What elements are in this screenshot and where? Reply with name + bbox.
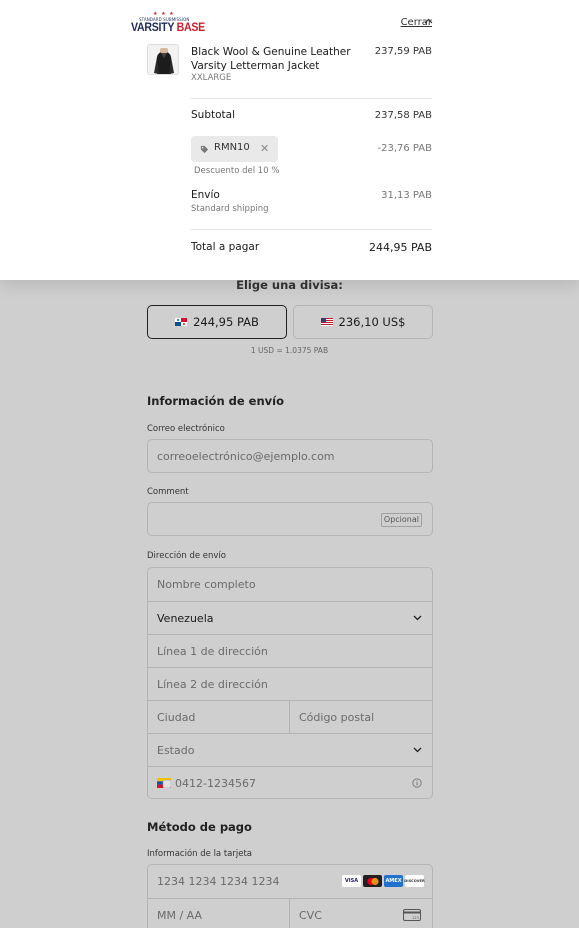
card-cvc-field[interactable]: CVC — [299, 899, 322, 928]
field-divider — [289, 701, 290, 734]
full-name-placeholder: Nombre completo — [157, 578, 256, 591]
divider — [191, 229, 432, 230]
address-fieldset: Nombre completo Venezuela Línea 1 de dir… — [147, 567, 433, 799]
currency-option-pab[interactable]: 244,95 PAB — [147, 305, 287, 339]
email-label: Correo electrónico — [147, 424, 225, 434]
optional-badge: Opcional — [380, 513, 422, 527]
country-value: Venezuela — [157, 611, 214, 625]
chevron-up-icon[interactable] — [424, 18, 433, 24]
currency-option-label: 244,95 PAB — [193, 315, 259, 329]
subtotal-value: 237,58 PAB — [374, 110, 432, 121]
address-line1-field[interactable]: Línea 1 de dirección — [148, 634, 432, 667]
card-fieldset: 1234 1234 1234 1234 VISA AMEX DISCOVER M… — [147, 864, 433, 928]
discount-note: Descuento del 10 % — [194, 166, 280, 176]
remove-discount-icon[interactable]: ✕ — [260, 142, 269, 155]
mastercard-icon — [363, 875, 382, 887]
state-placeholder: Estado — [157, 743, 195, 757]
cvc-card-icon: 123 — [403, 909, 421, 921]
varsity-base-logo[interactable]: ★ ★ ★ STANDARD SUBMISSION VARSITY BASE — [131, 11, 205, 35]
product-thumbnail — [147, 44, 179, 75]
card-number-placeholder: 1234 1234 1234 1234 — [157, 875, 280, 888]
info-icon[interactable] — [412, 778, 422, 788]
address-line2-field[interactable]: Línea 2 de dirección — [148, 667, 432, 700]
address-label: Dirección de envío — [147, 551, 226, 561]
phone-placeholder: 0412-1234567 — [175, 776, 256, 790]
full-name-field[interactable]: Nombre completo — [148, 568, 432, 601]
payment-title: Método de pago — [147, 820, 252, 834]
product-price: 237,59 PAB — [374, 46, 432, 57]
card-expiry-cvc-row: MM / AA CVC 123 — [148, 898, 432, 928]
shipping-label: Envío — [191, 189, 220, 201]
currency-option-label: 236,10 US$ — [338, 315, 406, 329]
shipping-info-title: Información de envío — [147, 394, 284, 408]
currency-title: Elige una divisa: — [236, 278, 343, 292]
state-select[interactable]: Estado — [148, 733, 432, 766]
card-number-field[interactable]: 1234 1234 1234 1234 VISA AMEX DISCOVER — [148, 865, 432, 898]
address-line2-placeholder: Línea 2 de dirección — [157, 677, 268, 691]
chevron-down-icon — [413, 615, 422, 621]
comment-label: Comment — [147, 487, 189, 497]
phone-field[interactable]: 0412-1234567 — [148, 766, 432, 799]
divider — [191, 98, 432, 99]
postal-code-field[interactable]: Código postal — [299, 701, 374, 734]
product-title: Black Wool & Genuine Leather Varsity Let… — [191, 46, 351, 72]
discount-value: -23,76 PAB — [377, 143, 432, 154]
discount-code: RMN10 — [214, 142, 250, 153]
venezuela-flag-icon — [157, 778, 171, 788]
city-postal-row: Ciudad Código postal — [148, 700, 432, 734]
field-divider — [289, 899, 290, 928]
card-info-label: Información de la tarjeta — [147, 849, 253, 859]
product-variant: XXLARGE — [191, 73, 232, 83]
discover-icon: DISCOVER — [404, 875, 425, 887]
amex-icon: AMEX — [384, 875, 403, 887]
us-flag-icon — [320, 318, 333, 326]
total-value: 244,95 PAB — [369, 241, 432, 254]
exchange-rate: 1 USD = 1.0375 PAB — [250, 346, 329, 355]
shipping-method: Standard shipping — [191, 204, 269, 214]
card-brands: VISA AMEX DISCOVER — [342, 875, 425, 887]
total-label: Total a pagar — [191, 241, 260, 253]
chevron-down-icon — [413, 747, 422, 753]
panama-flag-icon — [175, 318, 188, 326]
logo-wordmark: VARSITY BASE — [131, 22, 205, 34]
visa-icon: VISA — [342, 875, 361, 887]
email-placeholder: correoelectrónico@ejemplo.com — [157, 449, 335, 463]
tag-icon — [200, 145, 209, 154]
shipping-value: 31,13 PAB — [381, 190, 432, 201]
currency-option-usd[interactable]: 236,10 US$ — [293, 305, 433, 339]
comment-field[interactable]: Opcional — [147, 502, 433, 536]
discount-code-chip: RMN10 ✕ — [191, 136, 278, 162]
email-field[interactable]: correoelectrónico@ejemplo.com — [147, 439, 433, 473]
svg-text:123: 123 — [412, 916, 419, 920]
country-select[interactable]: Venezuela — [148, 601, 432, 634]
order-summary-panel: ★ ★ ★ STANDARD SUBMISSION VARSITY BASE C… — [0, 0, 579, 280]
address-line1-placeholder: Línea 1 de dirección — [157, 644, 268, 658]
subtotal-label: Subtotal — [191, 109, 235, 121]
city-field[interactable]: Ciudad — [157, 711, 195, 724]
card-expiry-field[interactable]: MM / AA — [157, 909, 202, 922]
